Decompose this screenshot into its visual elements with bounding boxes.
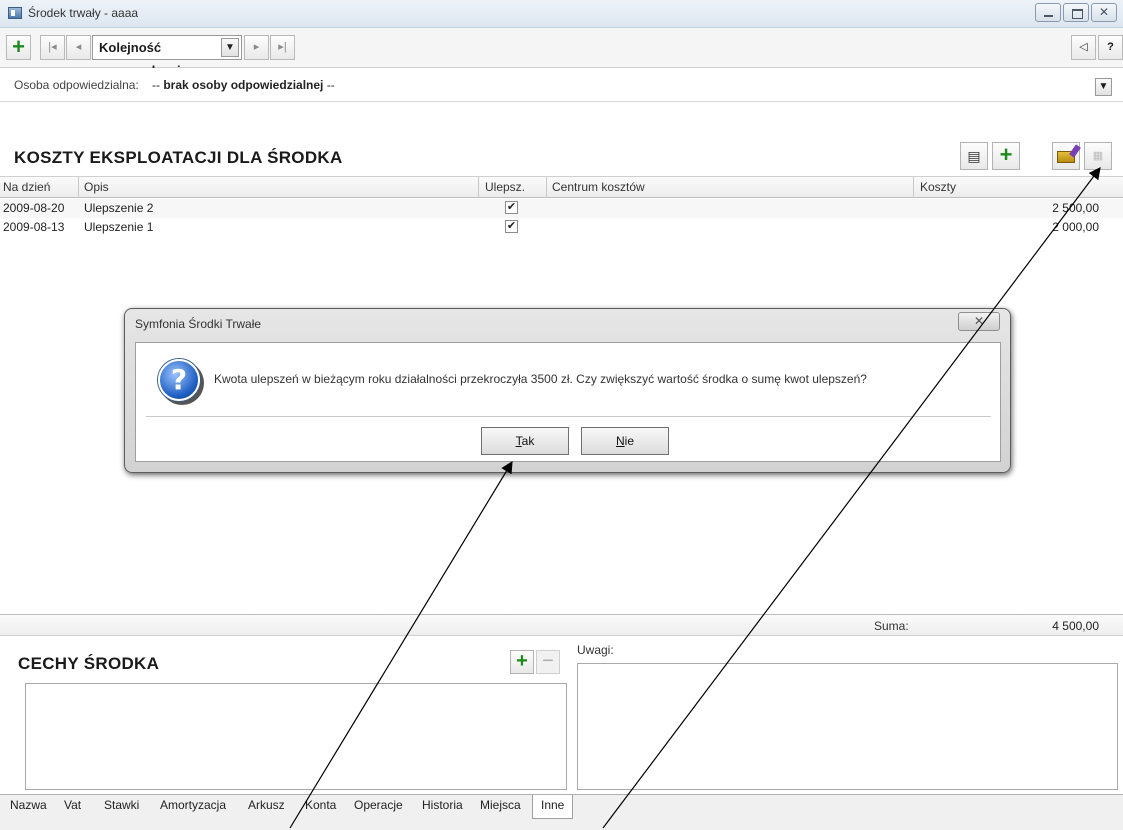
features-title: CECHY ŚRODKA xyxy=(18,654,160,673)
yes-button[interactable]: Tak xyxy=(481,427,569,455)
upgrade-checkbox[interactable]: ✔ xyxy=(505,201,518,214)
dialog-body: ? Kwota ulepszeń w bieżącym roku działal… xyxy=(135,342,1001,462)
remove-feature-button: − xyxy=(536,650,560,674)
close-icon[interactable]: ✕ xyxy=(958,312,1000,331)
table-row[interactable]: 2009-08-20 Ulepszenie 2 ✔ 2 500,00 xyxy=(0,199,1123,218)
tab-arkusz[interactable]: Arkusz xyxy=(240,795,293,821)
confirm-dialog: Symfonia Środki Trwałe ✕ ? Kwota ulepsze… xyxy=(124,308,1011,473)
row-date: 2009-08-20 xyxy=(3,201,65,215)
add-cost-button[interactable]: + xyxy=(992,142,1020,170)
tab-historia[interactable]: Historia xyxy=(414,795,471,821)
disabled-action-icon: ▦ xyxy=(1084,142,1112,170)
chevron-down-icon[interactable]: ▼ xyxy=(221,38,239,57)
title-bar: Środek trwały - aaaa xyxy=(0,0,1123,28)
tab-amortyzacja[interactable]: Amortyzacja xyxy=(152,795,234,821)
bottom-tabs: Nazwa Vat Stawki Amortyzacja Arkusz Kont… xyxy=(0,794,1123,830)
window-close-button[interactable] xyxy=(1091,3,1117,22)
next-record-icon[interactable]: ▸ xyxy=(244,35,269,60)
costs-title: KOSZTY EKSPLOATACJI DLA ŚRODKA xyxy=(14,148,343,167)
add-feature-button[interactable]: + xyxy=(510,650,534,674)
sum-value: 4 500,00 xyxy=(1052,619,1099,633)
properties-icon[interactable]: ▤ xyxy=(960,142,988,170)
column-header-cost-center[interactable]: Centrum kosztów xyxy=(552,180,645,194)
collapse-icon[interactable]: ◁ xyxy=(1071,35,1096,60)
column-header-costs[interactable]: Koszty xyxy=(920,180,956,194)
add-asset-button[interactable]: + xyxy=(6,35,31,60)
column-header-date[interactable]: Na dzień xyxy=(3,180,50,194)
responsible-person-value[interactable]: -- brak osoby odpowiedzialnej -- xyxy=(152,78,335,92)
row-description: Ulepszenie 1 xyxy=(84,220,154,234)
tab-inne[interactable]: Inne xyxy=(532,795,574,819)
notes-field[interactable] xyxy=(577,663,1118,790)
person-value-text: brak osoby odpowiedzialnej xyxy=(163,78,324,92)
person-value-suffix: -- xyxy=(326,78,335,92)
no-accelerator: N xyxy=(615,434,625,448)
responsible-person-label: Osoba odpowiedzialna: xyxy=(14,78,139,92)
sum-label: Suma: xyxy=(874,619,909,633)
person-dropdown-button[interactable]: ▼ xyxy=(1095,78,1112,96)
maximize-button[interactable] xyxy=(1063,3,1089,22)
row-cost: 2 000,00 xyxy=(1052,220,1099,234)
row-date: 2009-08-13 xyxy=(3,220,65,234)
first-record-icon[interactable]: |◂ xyxy=(40,35,65,60)
tab-stawki[interactable]: Stawki xyxy=(96,795,147,821)
features-list[interactable] xyxy=(25,683,567,790)
tab-operacje[interactable]: Operacje xyxy=(346,795,411,821)
no-label-rest: ie xyxy=(624,434,634,448)
help-button[interactable]: ? xyxy=(1098,35,1123,60)
window-icon xyxy=(8,7,22,19)
window-title: Środek trwały - aaaa xyxy=(28,6,139,20)
dialog-message: Kwota ulepszeń w bieżącym roku działalno… xyxy=(214,372,867,386)
costs-grid-header: Na dzień Opis Ulepsz. Centrum kosztów Ko… xyxy=(0,176,1123,198)
row-description: Ulepszenie 2 xyxy=(84,201,154,215)
asset-window: Środek trwały - aaaa + |◂ ◂ Kolejność wp… xyxy=(0,0,1123,830)
column-header-upgrade[interactable]: Ulepsz. xyxy=(485,180,525,194)
responsible-person-row: Osoba odpowiedzialna: -- brak osoby odpo… xyxy=(0,68,1123,102)
upgrade-checkbox[interactable]: ✔ xyxy=(505,220,518,233)
column-header-description[interactable]: Opis xyxy=(84,180,109,194)
toolbar: + |◂ ◂ Kolejność wprowadzenia ▼ ▸ ▸| ◁ ? xyxy=(0,28,1123,78)
row-cost: 2 500,00 xyxy=(1052,201,1099,215)
order-select[interactable]: Kolejność wprowadzenia ▼ xyxy=(92,35,242,78)
tab-miejsca[interactable]: Miejsca xyxy=(472,795,529,821)
yes-label-rest: ak xyxy=(521,434,535,448)
edit-icon[interactable] xyxy=(1052,142,1080,170)
window-controls xyxy=(1035,3,1117,22)
table-row[interactable]: 2009-08-13 Ulepszenie 1 ✔ 2 000,00 xyxy=(0,218,1123,237)
tab-vat[interactable]: Vat xyxy=(56,795,89,821)
dialog-divider xyxy=(146,416,991,417)
question-icon: ? xyxy=(158,359,200,401)
dialog-title: Symfonia Środki Trwałe xyxy=(135,317,262,331)
minimize-button[interactable] xyxy=(1035,3,1061,22)
notes-label: Uwagi: xyxy=(577,643,614,657)
no-button[interactable]: Nie xyxy=(581,427,669,455)
person-value-prefix: -- xyxy=(152,78,160,92)
tab-nazwa[interactable]: Nazwa xyxy=(2,795,55,821)
last-record-icon[interactable]: ▸| xyxy=(270,35,295,60)
previous-record-icon[interactable]: ◂ xyxy=(66,35,91,60)
tab-konta[interactable]: Konta xyxy=(297,795,344,821)
sum-row: Suma: 4 500,00 xyxy=(0,614,1123,636)
